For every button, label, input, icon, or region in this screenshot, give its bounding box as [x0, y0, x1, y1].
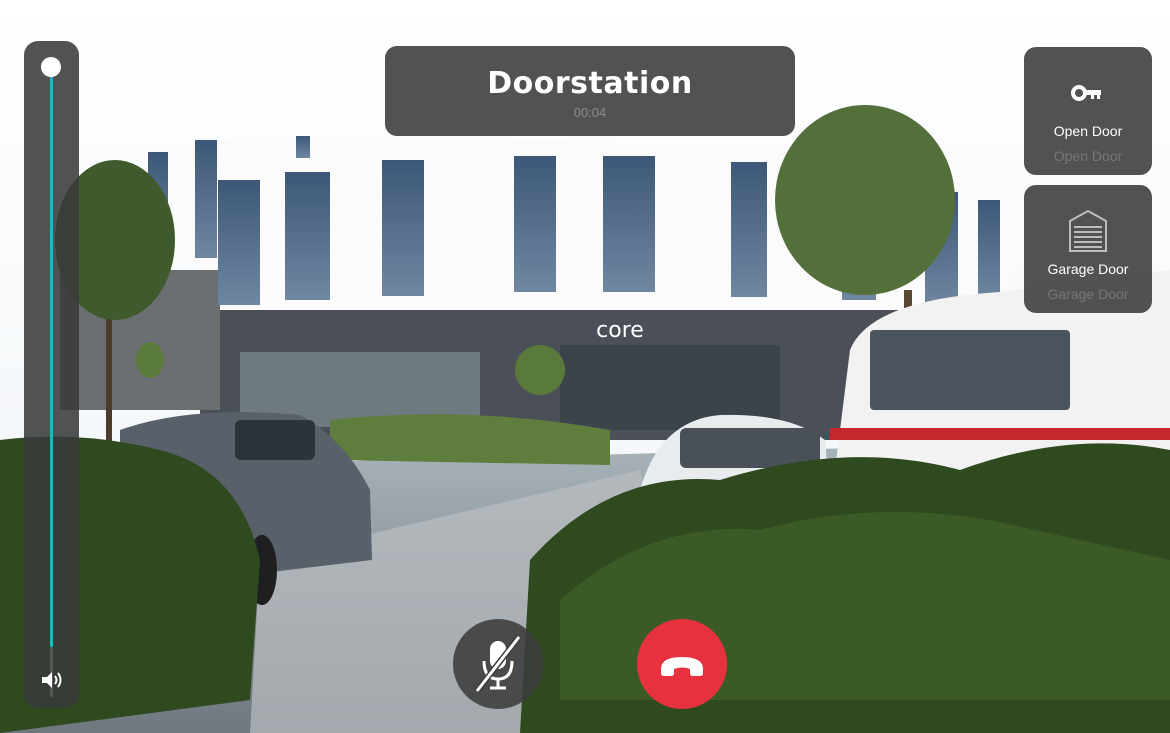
garage-door-sublabel: Garage Door [1047, 286, 1129, 302]
call-timer: 00:04 [573, 105, 607, 120]
speaker-volume-icon[interactable] [39, 669, 64, 691]
key-icon [1071, 85, 1101, 101]
open-door-sublabel: Open Door [1053, 148, 1123, 164]
garage-door-label: Garage Door [1047, 261, 1129, 277]
volume-level-fill [50, 67, 53, 647]
storefront-sign: core [596, 318, 644, 343]
hang-up-phone-icon [661, 657, 703, 676]
garage-door-button[interactable]: Garage Door Garage Door [1024, 185, 1152, 313]
volume-slider[interactable] [24, 41, 79, 708]
volume-slider-handle[interactable] [41, 57, 61, 77]
call-header: Doorstation 00:04 [385, 46, 795, 136]
open-door-label: Open Door [1053, 123, 1123, 139]
garage-door-icon [1069, 209, 1107, 252]
microphone-muted-icon [474, 635, 522, 693]
mute-microphone-button[interactable] [453, 619, 543, 709]
caller-name: Doorstation [487, 66, 693, 101]
hang-up-button[interactable] [637, 619, 727, 709]
open-door-button[interactable]: Open Door Open Door [1024, 47, 1152, 175]
